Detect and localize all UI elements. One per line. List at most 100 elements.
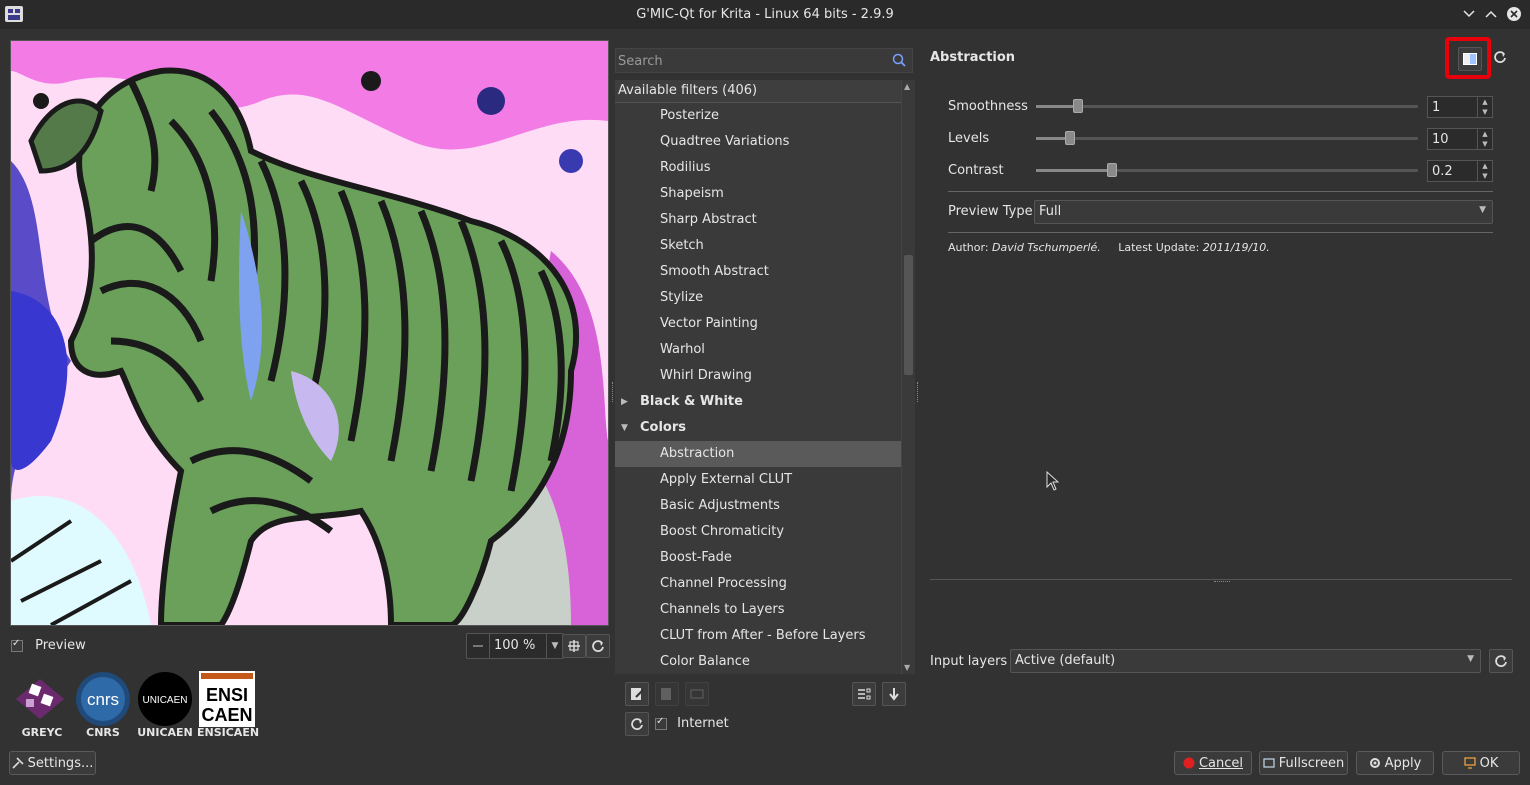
author-line: Author: David Tschumperlé. Latest Update…	[948, 241, 1270, 254]
ensicaen-logo-line2: CAEN	[201, 705, 252, 725]
tree-item[interactable]: Basic Adjustments	[615, 493, 901, 519]
tree-item[interactable]: Sharp Abstract	[615, 207, 901, 233]
tree-item[interactable]: Apply External CLUT	[615, 467, 901, 493]
close-icon[interactable]	[1505, 5, 1523, 23]
search-input[interactable]	[616, 49, 880, 73]
tree-item-selected[interactable]: Abstraction	[615, 441, 901, 467]
reset-parameters-refresh-icon[interactable]	[1493, 50, 1507, 68]
latest-update-label: Latest Update:	[1118, 241, 1200, 254]
tree-item[interactable]: Sketch	[615, 233, 901, 259]
zoom-combo[interactable]: 100 % ▼	[466, 633, 564, 659]
input-layers-combo[interactable]: Active (default) ▼	[1010, 649, 1481, 673]
maximize-chevron-up-icon[interactable]	[1482, 5, 1500, 23]
zoom-dropdown-chevron-icon[interactable]: ▼	[546, 634, 563, 658]
tree-item[interactable]: Whirl Drawing	[615, 363, 901, 389]
unicaen-logo[interactable]: UNICAEN	[137, 671, 193, 727]
levels-spinbox[interactable]: 10 ▲ ▼	[1427, 128, 1493, 150]
preview-image[interactable]	[10, 40, 609, 626]
zoom-value[interactable]: 100 %	[494, 638, 535, 653]
tree-item[interactable]: CLUT from After - Before Layers	[615, 623, 901, 649]
smoothness-value[interactable]: 1	[1432, 100, 1440, 115]
tree-item[interactable]: Smooth Abstract	[615, 259, 901, 285]
scroll-thumb[interactable]	[904, 255, 913, 375]
smoothness-slider[interactable]	[1036, 99, 1418, 113]
ok-button[interactable]: OK	[1442, 751, 1520, 775]
tree-item[interactable]: Quadtree Variations	[615, 129, 901, 155]
splitter-handle[interactable]	[917, 382, 920, 402]
fullscreen-button[interactable]: Fullscreen	[1259, 751, 1348, 775]
svg-text:cnrs: cnrs	[87, 690, 119, 709]
levels-label: Levels	[948, 131, 990, 146]
add-favorite-icon[interactable]	[625, 682, 649, 706]
zoom-fit-icon[interactable]	[562, 634, 586, 658]
spin-arrows-icon[interactable]: ▲ ▼	[1477, 97, 1492, 117]
tree-item[interactable]: Vector Painting	[615, 311, 901, 337]
tree-item[interactable]: Warhol	[615, 337, 901, 363]
cancel-button[interactable]: Cancel	[1174, 751, 1252, 775]
tree-scrollbar[interactable]: ▲ ▼	[901, 80, 915, 674]
remove-favorite-icon[interactable]	[655, 682, 679, 706]
scroll-up-icon[interactable]: ▲	[904, 82, 910, 91]
contrast-slider[interactable]	[1036, 163, 1418, 177]
tree-category-black-white[interactable]: ▶ Black & White	[615, 389, 901, 415]
minimize-chevron-down-icon[interactable]	[1460, 5, 1478, 23]
filter-tree[interactable]: Available filters (406) Posterize Quadtr…	[615, 80, 901, 674]
cnrs-label: CNRS	[86, 726, 120, 739]
refresh-preview-icon[interactable]	[586, 634, 610, 658]
input-layers-value[interactable]: Active (default)	[1015, 653, 1115, 668]
update-filters-refresh-icon[interactable]	[625, 712, 649, 736]
tree-item[interactable]: Stylize	[615, 285, 901, 311]
tree-item[interactable]: Channel Processing	[615, 571, 901, 597]
dropdown-chevron-icon[interactable]: ▼	[1467, 654, 1474, 664]
levels-slider[interactable]	[1036, 131, 1418, 145]
smoothness-spinbox[interactable]: 1 ▲ ▼	[1427, 96, 1493, 118]
cancel-icon	[1183, 757, 1195, 769]
spin-arrows-icon[interactable]: ▲ ▼	[1477, 129, 1492, 149]
preview-checkbox-label: Preview	[35, 638, 86, 653]
cnrs-logo[interactable]: cnrs	[75, 671, 131, 727]
settings-button[interactable]: Settings...	[9, 751, 96, 775]
slider-handle[interactable]	[1065, 131, 1075, 145]
internet-checkbox-box[interactable]	[655, 716, 667, 730]
tree-category-colors[interactable]: ▼ Colors	[615, 415, 901, 441]
zoom-out-icon[interactable]	[467, 634, 490, 658]
rename-favorite-icon[interactable]	[685, 682, 709, 706]
author-name: David Tschumperlé.	[992, 241, 1101, 254]
contrast-value[interactable]: 0.2	[1432, 164, 1453, 179]
tree-item[interactable]: Boost Chromaticity	[615, 519, 901, 545]
slider-handle[interactable]	[1107, 163, 1117, 177]
preview-checkbox-box[interactable]	[11, 638, 23, 652]
tree-item[interactable]: Posterize	[615, 103, 901, 129]
greyc-logo[interactable]	[12, 671, 68, 727]
refresh-layers-icon[interactable]	[1489, 649, 1513, 673]
selection-mode-icon[interactable]	[852, 682, 876, 706]
search-icon[interactable]	[892, 53, 906, 71]
ensicaen-logo[interactable]: ENSI CAEN	[199, 671, 255, 727]
splitter-handle[interactable]	[1214, 581, 1230, 584]
tree-item[interactable]: Rodilius	[615, 155, 901, 181]
tree-category-label: Colors	[640, 420, 687, 435]
preview-type-combo[interactable]: Full ▼	[1034, 200, 1493, 224]
search-field[interactable]	[615, 48, 913, 73]
dropdown-chevron-icon[interactable]: ▼	[1479, 205, 1486, 215]
tree-header[interactable]: Available filters (406)	[615, 80, 901, 103]
tree-item[interactable]: Color Balance	[615, 649, 901, 674]
preview-checkbox[interactable]: Preview	[11, 638, 86, 653]
unicaen-label: UNICAEN	[137, 726, 193, 739]
levels-value[interactable]: 10	[1432, 132, 1449, 147]
spin-arrows-icon[interactable]: ▲ ▼	[1477, 161, 1492, 181]
scroll-down-icon[interactable]: ▼	[904, 663, 910, 672]
tree-item[interactable]: Shapeism	[615, 181, 901, 207]
expand-arrow-icon[interactable]: ▶	[621, 389, 628, 415]
collapse-arrow-icon[interactable]: ▼	[621, 415, 628, 441]
internet-checkbox[interactable]: Internet	[655, 716, 729, 731]
tree-item[interactable]: Boost-Fade	[615, 545, 901, 571]
author-label: Author:	[948, 241, 989, 254]
slider-handle[interactable]	[1073, 99, 1083, 113]
expand-all-down-arrow-icon[interactable]	[882, 682, 906, 706]
tree-item[interactable]: Channels to Layers	[615, 597, 901, 623]
preview-layout-icon[interactable]	[1458, 47, 1482, 71]
preview-type-value[interactable]: Full	[1039, 204, 1061, 219]
apply-button[interactable]: Apply	[1356, 751, 1434, 775]
contrast-spinbox[interactable]: 0.2 ▲ ▼	[1427, 160, 1493, 182]
